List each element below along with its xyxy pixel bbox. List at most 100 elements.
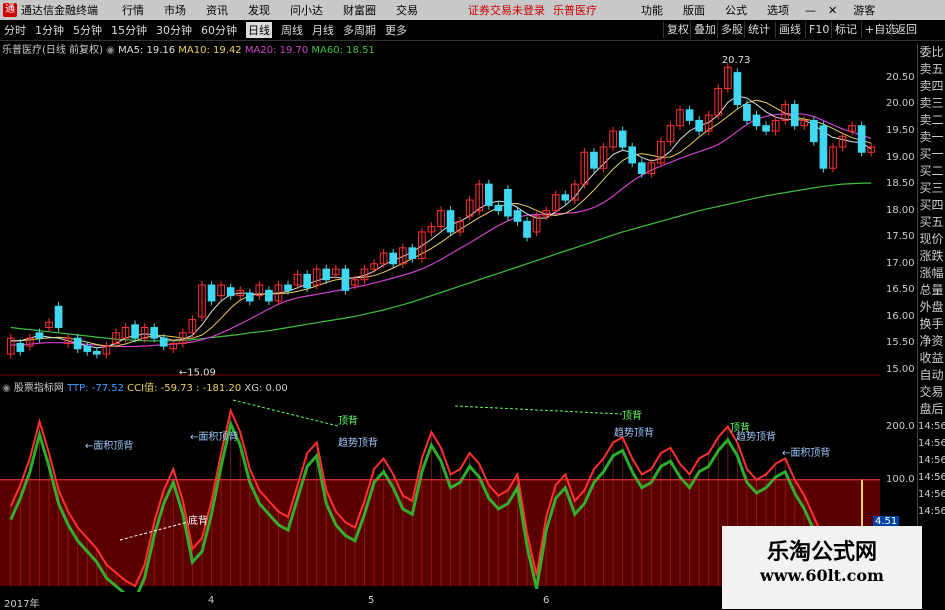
tab-multi-period[interactable]: 多周期 [343,22,376,38]
watermark: 乐淘公式网 www.60lt.com [722,526,922,609]
tab-monthly[interactable]: 月线 [312,22,334,38]
candle-body [35,332,44,339]
tab-30min[interactable]: 30分钟 [156,22,192,38]
sidebar-item-0[interactable]: 委比 [918,44,945,61]
tab-15min[interactable]: 15分钟 [111,22,147,38]
menu-item-wealth[interactable]: 财富圈 [343,2,376,18]
menu-item-discover[interactable]: 发现 [248,2,270,18]
sidebar-item-23[interactable]: 14:56 [918,435,945,452]
indicator-axis-label: 200.0 [886,420,915,432]
sidebar-item-2[interactable]: 卖四 [918,78,945,95]
indicator-name: 股票指标网 [13,383,64,394]
candle-body [523,220,531,238]
annotation-a1: ←面积顶背 [85,439,133,452]
sidebar-item-8[interactable]: 买三 [918,180,945,197]
mark-button[interactable]: 标记 [831,21,860,38]
sidebar-item-6[interactable]: 买一 [918,146,945,163]
sidebar-item-14[interactable]: 总量 [918,282,945,299]
price-axis-label: 16.50 [886,284,915,296]
sidebar-item-11[interactable]: 现价 [918,231,945,248]
sidebar-item-25[interactable]: 14:56 [918,469,945,486]
menu-item-trade[interactable]: 交易 [396,2,418,18]
high-price-label: 20.73 [722,56,751,66]
menu-item-market[interactable]: 市场 [164,2,186,18]
annotation-a7: 趋势顶背 [614,426,654,439]
sidebar-item-19[interactable]: 自动 [918,367,945,384]
menu-item-layout[interactable]: 版面 [683,2,705,18]
chart-stock-title: 乐普医疗(日线 前复权) [2,45,103,56]
quote-sidebar: 委比 卖五 卖四 卖三 卖二 卖一 买一 买二 买三 买四 买五 现价 涨跌 涨幅 总量 外盘 换手 净资 收益 自动… [917,44,945,609]
multi-stock-button[interactable]: 多股 [717,21,746,38]
minimize-icon[interactable]: — [805,4,816,17]
candle-body [857,125,866,153]
f10-button[interactable]: F10 [805,21,832,38]
candle-body [389,252,398,265]
menu-item-quotes[interactable]: 行情 [122,2,144,18]
sidebar-item-22[interactable]: 14:56 [918,418,945,435]
menu-item-function[interactable]: 功能 [641,2,663,18]
draw-line-button[interactable]: 画线 [775,21,804,38]
overlay-button[interactable]: 叠加 [690,21,719,38]
sidebar-item-9[interactable]: 买四 [918,197,945,214]
candle-body [245,292,254,302]
annotation-a5: 底背 [188,514,208,527]
sidebar-item-1[interactable]: 卖五 [918,61,945,78]
candle-body [159,337,168,347]
candle-body [790,103,799,127]
menu-bar: 通 通达信金融终端 行情 市场 资讯 发现 问小达 财富圈 交易 证券交易未登录… [0,0,945,20]
adjust-button[interactable]: 复权 [663,21,692,38]
candle-body [284,284,292,291]
guest-label[interactable]: 游客 [853,2,875,18]
menu-item-options[interactable]: 选项 [767,2,789,18]
indicator-settings-icon[interactable]: ◉ [2,383,11,394]
statistics-button[interactable]: 统计 [744,21,773,38]
sidebar-item-5[interactable]: 卖一 [918,129,945,146]
sidebar-item-7[interactable]: 买二 [918,163,945,180]
tab-more[interactable]: 更多 [385,22,407,38]
sidebar-item-24[interactable]: 14:56 [918,452,945,469]
sidebar-item-4[interactable]: 卖二 [918,112,945,129]
tab-5min[interactable]: 5分钟 [73,22,102,38]
sidebar-item-18[interactable]: 收益 [918,350,945,367]
back-button[interactable]: 返回 [891,21,920,38]
sidebar-item-27[interactable]: 14:56 [918,503,945,520]
ma60-label: MA60: 18.51 [311,45,375,56]
sidebar-item-12[interactable]: 涨跌 [918,248,945,265]
sidebar-item-26[interactable]: 14:56 [918,486,945,503]
candle-body [628,146,637,164]
xg-value: XG: 0.00 [244,383,288,394]
menu-item-formula[interactable]: 公式 [725,2,747,18]
price-axis-label: 19.00 [886,151,915,163]
sidebar-item-3[interactable]: 卖三 [918,95,945,112]
ma5-label: MA5: 19.16 [118,45,176,56]
settings-icon[interactable]: ◉ [106,45,115,56]
date-label-jun: 6 [543,595,550,606]
candle-body [494,204,503,212]
candle-body [618,130,627,148]
candlestick-chart[interactable]: 20.73 ←15.09 [0,56,880,376]
sidebar-item-10[interactable]: 买五 [918,214,945,231]
candle-body [733,72,742,105]
sidebar-item-15[interactable]: 外盘 [918,299,945,316]
tab-weekly[interactable]: 周线 [281,22,303,38]
sidebar-item-21[interactable]: 盘后 [918,401,945,418]
menu-item-ask[interactable]: 问小达 [290,2,323,18]
close-icon[interactable]: ✕ [828,4,837,17]
trade-login-notice[interactable]: 证券交易未登录 [468,2,545,18]
watermark-title: 乐淘公式网 [766,539,877,565]
tab-60min[interactable]: 60分钟 [201,22,237,38]
sidebar-item-20[interactable]: 交易 [918,384,945,401]
menu-item-news[interactable]: 资讯 [206,2,228,18]
tab-intraday[interactable]: 分时 [4,22,26,38]
candle-body [73,337,82,350]
tab-1min[interactable]: 1分钟 [35,22,64,38]
sidebar-item-16[interactable]: 换手 [918,316,945,333]
divergence-line-1 [232,399,339,427]
sidebar-item-17[interactable]: 净资 [918,333,945,350]
candle-body [819,125,828,169]
candle-body [513,210,522,222]
tab-daily[interactable]: 日线 [246,22,272,38]
main-chart-info: 乐普医疗(日线 前复权) ◉ MA5: 19.16 MA10: 19.42 MA… [2,41,375,56]
sidebar-item-13[interactable]: 涨幅 [918,265,945,282]
candle-body [810,119,818,143]
